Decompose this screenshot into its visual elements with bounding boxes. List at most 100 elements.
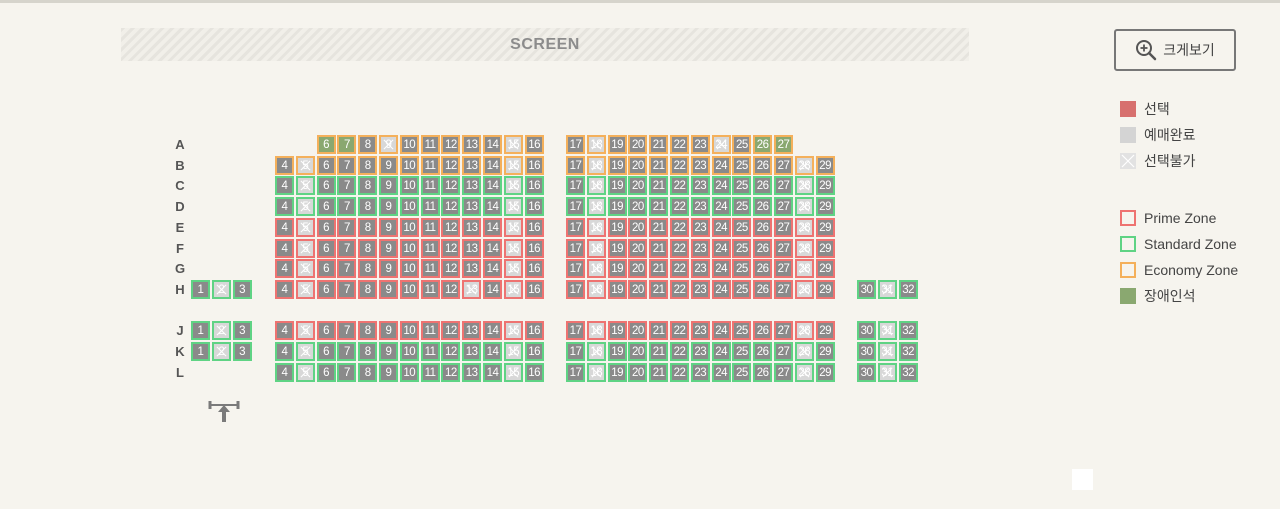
seat-D24[interactable]: 24 (711, 197, 731, 216)
seat-C24[interactable]: 24 (711, 176, 731, 195)
seat-J20[interactable]: 20 (628, 321, 648, 340)
seat-D25[interactable]: 25 (732, 197, 752, 216)
seat-D4[interactable]: 4 (275, 197, 294, 216)
seat-H3[interactable]: 3 (232, 280, 252, 299)
seat-J29[interactable]: 29 (815, 321, 835, 340)
seat-J23[interactable]: 23 (690, 321, 710, 340)
seat-F8[interactable]: 8 (358, 239, 378, 258)
seat-G26[interactable]: 26 (753, 259, 773, 278)
seat-C25[interactable]: 25 (732, 176, 752, 195)
seat-H12[interactable]: 12 (441, 280, 461, 299)
seat-A20[interactable]: 20 (628, 135, 648, 154)
seat-K19[interactable]: 19 (607, 342, 627, 361)
seat-A21[interactable]: 21 (649, 135, 669, 154)
seat-D22[interactable]: 22 (670, 197, 689, 216)
seat-H16[interactable]: 16 (524, 280, 544, 299)
seat-K25[interactable]: 25 (732, 342, 752, 361)
seat-L19[interactable]: 19 (607, 363, 627, 382)
seat-K8[interactable]: 8 (358, 342, 378, 361)
seat-E17[interactable]: 17 (566, 218, 585, 237)
seat-G10[interactable]: 10 (399, 259, 419, 278)
seat-J26[interactable]: 26 (753, 321, 773, 340)
seat-J21[interactable]: 21 (649, 321, 669, 340)
seat-G25[interactable]: 25 (732, 259, 752, 278)
seat-F7[interactable]: 7 (337, 239, 357, 258)
seat-C27[interactable]: 27 (774, 176, 793, 195)
seat-F12[interactable]: 12 (441, 239, 461, 258)
seat-G22[interactable]: 22 (670, 259, 689, 278)
seat-A27[interactable]: 27 (774, 135, 793, 154)
seat-E27[interactable]: 27 (774, 218, 793, 237)
seat-H27[interactable]: 27 (774, 280, 793, 299)
seat-E7[interactable]: 7 (337, 218, 357, 237)
seat-H11[interactable]: 11 (420, 280, 440, 299)
seat-D21[interactable]: 21 (649, 197, 669, 216)
seat-L7[interactable]: 7 (337, 363, 357, 382)
seat-C19[interactable]: 19 (607, 176, 627, 195)
seat-H21[interactable]: 21 (649, 280, 669, 299)
seat-B26[interactable]: 26 (753, 156, 773, 175)
seat-G17[interactable]: 17 (566, 259, 585, 278)
seat-C8[interactable]: 8 (358, 176, 378, 195)
seat-G6[interactable]: 6 (316, 259, 336, 278)
seat-B22[interactable]: 22 (670, 156, 689, 175)
seat-E20[interactable]: 20 (628, 218, 648, 237)
seat-D16[interactable]: 16 (524, 197, 544, 216)
seat-C10[interactable]: 10 (399, 176, 419, 195)
seat-H29[interactable]: 29 (815, 280, 835, 299)
seat-E14[interactable]: 14 (483, 218, 502, 237)
seat-E19[interactable]: 19 (607, 218, 627, 237)
seat-J14[interactable]: 14 (483, 321, 502, 340)
seat-E26[interactable]: 26 (753, 218, 773, 237)
seat-D11[interactable]: 11 (420, 197, 440, 216)
seat-E10[interactable]: 10 (399, 218, 419, 237)
seat-J11[interactable]: 11 (420, 321, 440, 340)
seat-K10[interactable]: 10 (399, 342, 419, 361)
seat-D20[interactable]: 20 (628, 197, 648, 216)
seat-D9[interactable]: 9 (379, 197, 398, 216)
seat-B12[interactable]: 12 (441, 156, 461, 175)
seat-A25[interactable]: 25 (732, 135, 752, 154)
seat-F10[interactable]: 10 (399, 239, 419, 258)
seat-K22[interactable]: 22 (670, 342, 689, 361)
seat-E4[interactable]: 4 (275, 218, 294, 237)
seat-F19[interactable]: 19 (607, 239, 627, 258)
seat-G13[interactable]: 13 (462, 259, 482, 278)
seat-K1[interactable]: 1 (191, 342, 210, 361)
seat-B23[interactable]: 23 (690, 156, 710, 175)
seat-L11[interactable]: 11 (420, 363, 440, 382)
seat-L12[interactable]: 12 (441, 363, 461, 382)
seat-C26[interactable]: 26 (753, 176, 773, 195)
seat-J22[interactable]: 22 (670, 321, 689, 340)
seat-K32[interactable]: 32 (898, 342, 918, 361)
seat-H24[interactable]: 24 (711, 280, 731, 299)
seat-H17[interactable]: 17 (566, 280, 585, 299)
seat-K7[interactable]: 7 (337, 342, 357, 361)
seat-C23[interactable]: 23 (690, 176, 710, 195)
seat-A11[interactable]: 11 (420, 135, 440, 154)
seat-H7[interactable]: 7 (337, 280, 357, 299)
seat-L30[interactable]: 30 (857, 363, 876, 382)
seat-K16[interactable]: 16 (524, 342, 544, 361)
seat-G29[interactable]: 29 (815, 259, 835, 278)
seat-L4[interactable]: 4 (275, 363, 294, 382)
seat-E6[interactable]: 6 (316, 218, 336, 237)
seat-B14[interactable]: 14 (483, 156, 502, 175)
seat-B16[interactable]: 16 (524, 156, 544, 175)
seat-H30[interactable]: 30 (857, 280, 876, 299)
seat-A13[interactable]: 13 (462, 135, 482, 154)
seat-F13[interactable]: 13 (462, 239, 482, 258)
seat-A16[interactable]: 16 (524, 135, 544, 154)
seat-G7[interactable]: 7 (337, 259, 357, 278)
seat-E16[interactable]: 16 (524, 218, 544, 237)
seat-K24[interactable]: 24 (711, 342, 731, 361)
seat-K26[interactable]: 26 (753, 342, 773, 361)
seat-L8[interactable]: 8 (358, 363, 378, 382)
seat-L20[interactable]: 20 (628, 363, 648, 382)
seat-A8[interactable]: 8 (358, 135, 378, 154)
seat-F29[interactable]: 29 (815, 239, 835, 258)
seat-J1[interactable]: 1 (191, 321, 210, 340)
seat-F4[interactable]: 4 (275, 239, 294, 258)
seat-F6[interactable]: 6 (316, 239, 336, 258)
seat-F14[interactable]: 14 (483, 239, 502, 258)
